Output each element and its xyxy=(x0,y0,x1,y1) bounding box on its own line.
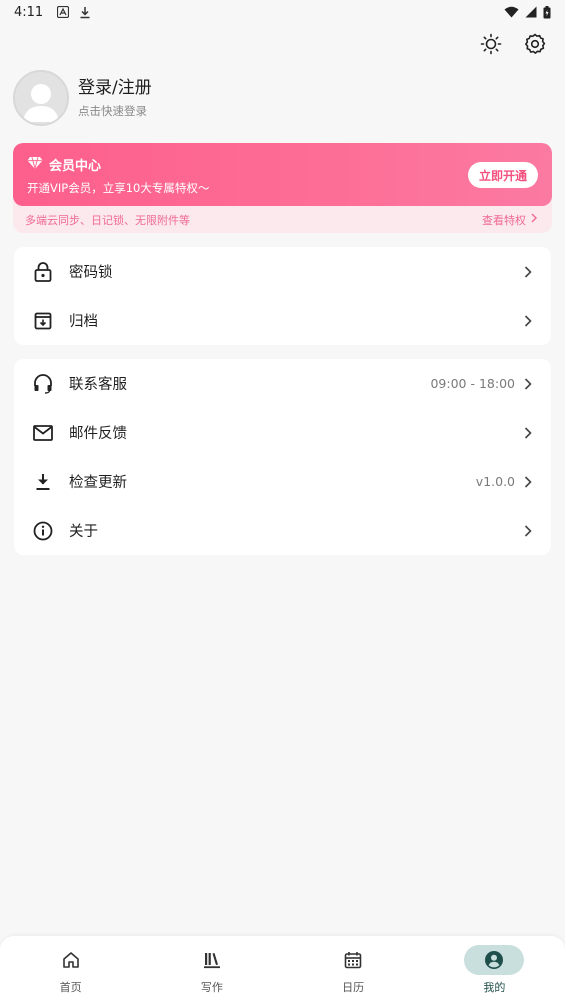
avatar[interactable] xyxy=(13,70,69,126)
nav-home[interactable]: 首页 xyxy=(31,945,111,995)
chevron-right-icon xyxy=(521,475,535,489)
signal-icon xyxy=(525,6,537,18)
settings-group-1: 密码锁 归档 xyxy=(14,247,551,345)
brightness-button[interactable] xyxy=(479,33,503,59)
settings-group-2: 联系客服 09:00 - 18:00 邮件反馈 检查更新 v1.0.0 关于 xyxy=(14,359,551,555)
profile-text: 登录/注册 点击快速登录 xyxy=(78,77,152,119)
gear-icon xyxy=(524,33,546,59)
calendar-icon xyxy=(323,945,383,975)
status-time: 4:11 xyxy=(14,4,44,20)
notification-a-icon xyxy=(57,6,70,18)
wifi-icon xyxy=(504,6,519,18)
profile-subtitle: 点击快速登录 xyxy=(78,104,147,118)
bottom-nav: 首页 写作 日历 我的 xyxy=(0,936,565,1004)
row-label: 检查更新 xyxy=(69,475,127,491)
vip-more-label: 查看特权 xyxy=(482,213,526,227)
row-label: 关于 xyxy=(69,524,98,540)
sun-icon xyxy=(480,33,502,59)
books-icon xyxy=(182,945,242,975)
chevron-right-icon xyxy=(521,426,535,440)
nav-label: 我的 xyxy=(483,981,506,994)
vip-open-button[interactable]: 立即开通 xyxy=(468,162,538,188)
archive-icon xyxy=(32,310,54,332)
chevron-right-icon xyxy=(521,265,535,279)
home-icon xyxy=(41,945,101,975)
vip-features: 多端云同步、日记锁、无限附件等 xyxy=(25,213,190,227)
mail-icon xyxy=(32,422,54,444)
vip-features-bar: 多端云同步、日记锁、无限附件等 查看特权 xyxy=(13,206,552,233)
lock-icon xyxy=(32,261,54,283)
settings-button[interactable] xyxy=(523,33,547,59)
top-actions xyxy=(479,33,547,59)
chevron-right-icon xyxy=(521,524,535,538)
row-label: 密码锁 xyxy=(69,265,113,281)
vip-card[interactable]: 会员中心 开通VIP会员，立享10大专属特权～ 立即开通 多端云同步、日记锁、无… xyxy=(13,143,552,233)
profile-login[interactable]: 登录/注册 点击快速登录 xyxy=(13,70,152,126)
app-version: v1.0.0 xyxy=(475,474,515,489)
headset-icon xyxy=(32,373,54,395)
nav-label: 首页 xyxy=(59,981,82,994)
nav-calendar[interactable]: 日历 xyxy=(313,945,393,995)
chevron-right-icon xyxy=(530,213,538,226)
vip-title: 会员中心 xyxy=(27,155,538,174)
row-label: 归档 xyxy=(69,314,98,330)
row-label: 邮件反馈 xyxy=(69,426,127,442)
vip-more-link[interactable]: 查看特权 xyxy=(482,212,538,228)
chevron-right-icon xyxy=(521,377,535,391)
chevron-right-icon xyxy=(521,314,535,328)
download-status-icon xyxy=(79,6,91,19)
battery-icon xyxy=(543,5,551,19)
info-icon xyxy=(32,520,54,542)
profile-name: 登录/注册 xyxy=(78,78,152,98)
vip-title-text: 会员中心 xyxy=(49,159,102,174)
row-label: 联系客服 xyxy=(69,377,127,393)
account-icon xyxy=(464,945,525,975)
nav-label: 写作 xyxy=(200,981,223,994)
row-password-lock[interactable]: 密码锁 xyxy=(14,247,551,296)
nav-writing[interactable]: 写作 xyxy=(172,945,252,995)
nav-mine[interactable]: 我的 xyxy=(454,945,534,995)
status-bar: 4:11 xyxy=(0,0,565,24)
row-contact-service[interactable]: 联系客服 09:00 - 18:00 xyxy=(14,359,551,408)
row-about[interactable]: 关于 xyxy=(14,506,551,555)
row-email-feedback[interactable]: 邮件反馈 xyxy=(14,408,551,457)
download-icon xyxy=(32,471,54,493)
vip-subtitle: 开通VIP会员，立享10大专属特权～ xyxy=(27,181,210,195)
vip-banner: 会员中心 开通VIP会员，立享10大专属特权～ 立即开通 xyxy=(13,143,552,206)
diamond-icon xyxy=(27,156,43,174)
row-archive[interactable]: 归档 xyxy=(14,296,551,345)
row-check-update[interactable]: 检查更新 v1.0.0 xyxy=(14,457,551,506)
nav-label: 日历 xyxy=(342,981,365,994)
service-hours: 09:00 - 18:00 xyxy=(430,376,515,391)
avatar-placeholder-icon xyxy=(23,84,59,122)
